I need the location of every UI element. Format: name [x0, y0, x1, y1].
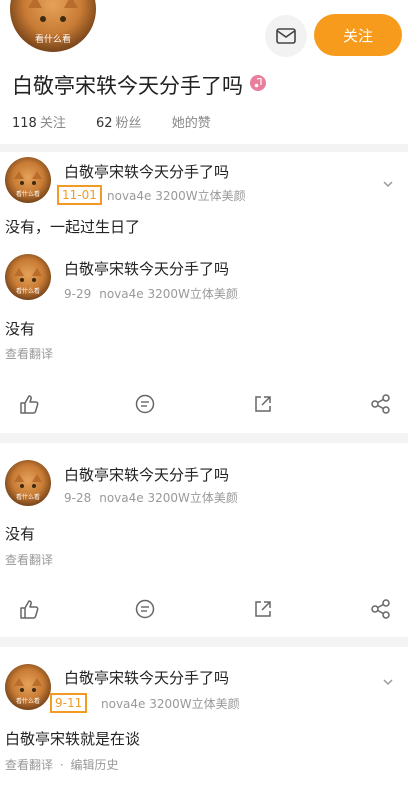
- edit-history-link[interactable]: 编辑历史: [71, 758, 119, 772]
- share-button[interactable]: [370, 393, 392, 419]
- fans-label: 粉丝: [115, 116, 142, 131]
- following-label: 关注: [39, 116, 66, 131]
- profile-stats: 118 关注 62 粉丝 她的赞: [12, 112, 237, 131]
- repost-button[interactable]: [252, 393, 274, 419]
- section-divider: [0, 144, 408, 152]
- comment-icon: [135, 394, 155, 414]
- post-device: nova4e 3200W立体美颜: [101, 697, 240, 711]
- post-text: 没有，一起过生日了: [5, 218, 141, 236]
- post-meta: 9-28 nova4e 3200W立体美颜: [64, 489, 238, 506]
- post-text: 没有: [5, 320, 36, 338]
- avatar-caption: 看什么看: [15, 288, 40, 295]
- mail-icon: [276, 28, 296, 44]
- chevron-down-icon[interactable]: [383, 179, 393, 189]
- post-date: 9-28: [64, 491, 92, 505]
- section-divider: [0, 433, 408, 443]
- like-button[interactable]: [18, 598, 40, 624]
- following-count: 118: [12, 116, 37, 131]
- avatar-caption: 看什么看: [15, 494, 40, 501]
- post-device: nova4e 3200W立体美颜: [99, 491, 238, 505]
- music-note-icon: [254, 78, 262, 88]
- like-button[interactable]: [18, 393, 40, 419]
- translate-link[interactable]: 查看翻译: [5, 758, 53, 772]
- post-avatar[interactable]: 看什么看: [5, 664, 51, 710]
- message-button[interactable]: [265, 15, 307, 57]
- post-date: 9-11: [50, 693, 88, 713]
- chevron-down-icon[interactable]: [383, 677, 393, 687]
- avatar-caption: 看什么看: [15, 698, 40, 705]
- post-avatar[interactable]: 看什么看: [5, 254, 51, 300]
- comment-icon: [135, 599, 155, 619]
- translate-link[interactable]: 查看翻译: [5, 551, 53, 568]
- post-meta: 9-29 nova4e 3200W立体美颜: [64, 285, 238, 302]
- post-avatar[interactable]: 看什么看: [5, 157, 51, 203]
- post-text: 白敬亭宋轶就是在谈: [5, 730, 141, 748]
- comment-button[interactable]: [134, 393, 156, 419]
- post-device: nova4e 3200W立体美颜: [107, 189, 246, 203]
- repost-button[interactable]: [252, 598, 274, 624]
- follow-button-label: 关注: [342, 26, 373, 45]
- post-device: nova4e 3200W立体美颜: [99, 287, 238, 301]
- share-nodes-icon: [371, 394, 390, 414]
- profile-name: 白敬亭宋轶今天分手了吗: [12, 74, 243, 98]
- translate-link[interactable]: 查看翻译: [5, 345, 53, 362]
- share-nodes-icon: [371, 599, 390, 619]
- fans-count: 62: [95, 116, 113, 131]
- post-date: 11-01: [57, 185, 102, 205]
- post-date: 9-29: [64, 287, 92, 301]
- share-arrow-icon: [255, 396, 271, 412]
- share-arrow-icon: [255, 601, 271, 617]
- post-text: 没有: [5, 525, 36, 543]
- thumbs-up-icon: [20, 395, 39, 414]
- post-footer: 查看翻译 · 编辑历史: [5, 756, 119, 773]
- following-stat[interactable]: 118 关注: [12, 116, 66, 131]
- profile-avatar[interactable]: 看什么看: [10, 0, 96, 52]
- fans-stat[interactable]: 62 粉丝: [96, 116, 142, 131]
- music-badge[interactable]: [250, 75, 266, 91]
- avatar-caption: 看什么看: [15, 191, 40, 198]
- post-author[interactable]: 白敬亭宋轶今天分手了吗: [64, 667, 229, 688]
- avatar-caption: 看什么看: [34, 35, 71, 45]
- share-button[interactable]: [370, 598, 392, 624]
- section-divider: [0, 637, 408, 647]
- post-author[interactable]: 白敬亭宋轶今天分手了吗: [64, 258, 229, 279]
- post-avatar[interactable]: 看什么看: [5, 460, 51, 506]
- follow-button[interactable]: 关注: [314, 14, 402, 56]
- separator-dot: ·: [59, 758, 64, 772]
- post-author[interactable]: 白敬亭宋轶今天分手了吗: [64, 464, 229, 485]
- likes-label: 她的赞: [171, 116, 211, 131]
- likes-stat[interactable]: 她的赞: [172, 116, 211, 131]
- thumbs-up-icon: [20, 600, 39, 619]
- comment-button[interactable]: [134, 598, 156, 624]
- post-author[interactable]: 白敬亭宋轶今天分手了吗: [64, 161, 229, 182]
